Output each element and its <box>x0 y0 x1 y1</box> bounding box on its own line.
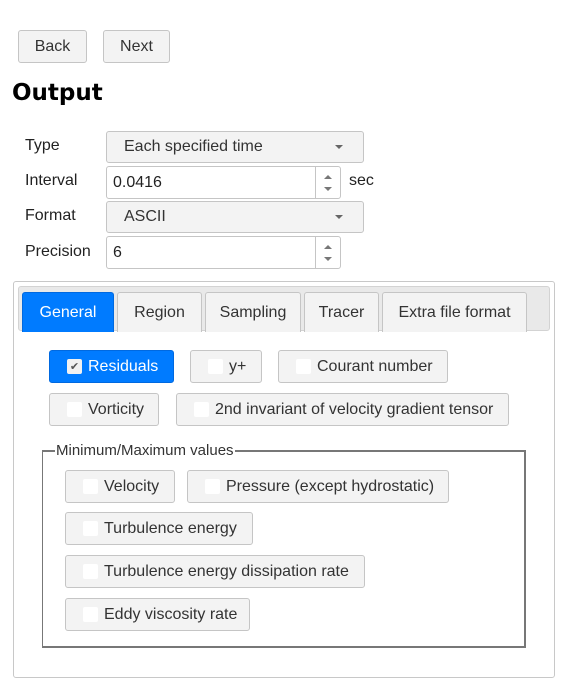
checkbox-icon <box>83 607 98 622</box>
interval-input[interactable] <box>107 167 315 198</box>
chevron-down-icon <box>335 145 343 149</box>
type-select[interactable]: Each specified time <box>106 131 364 163</box>
courant-number-label: Courant number <box>317 357 433 375</box>
type-select-value: Each specified time <box>124 138 263 155</box>
spin-down-icon[interactable] <box>324 257 332 261</box>
minmax-legend: Minimum/Maximum values <box>56 442 234 459</box>
precision-spin-buttons <box>315 237 340 268</box>
turbulence-energy-label: Turbulence energy <box>104 519 237 537</box>
format-select-value: ASCII <box>124 208 166 225</box>
checkbox-icon <box>208 359 223 374</box>
precision-input[interactable] <box>107 237 315 268</box>
back-button[interactable]: Back <box>18 30 87 63</box>
chevron-down-icon <box>335 215 343 219</box>
residuals-toggle[interactable]: ✔ Residuals <box>49 350 174 383</box>
eddy-viscosity-toggle[interactable]: Eddy viscosity rate <box>65 598 250 631</box>
tab-extra-file-format[interactable]: Extra file format <box>382 292 527 332</box>
residuals-label: Residuals <box>88 357 159 375</box>
tab-region[interactable]: Region <box>117 292 202 332</box>
interval-unit: sec <box>349 172 374 189</box>
tab-sampling[interactable]: Sampling <box>205 292 301 332</box>
tab-tracer[interactable]: Tracer <box>304 292 379 332</box>
checkbox-icon <box>67 402 82 417</box>
second-invariant-label: 2nd invariant of velocity gradient tenso… <box>215 400 494 418</box>
eddy-viscosity-label: Eddy viscosity rate <box>104 605 238 623</box>
spin-up-icon[interactable] <box>324 175 332 179</box>
tab-bar: General Region Sampling Tracer Extra fil… <box>18 286 550 332</box>
checkbox-icon <box>83 521 98 536</box>
yplus-toggle[interactable]: y+ <box>190 350 262 383</box>
vorticity-toggle[interactable]: Vorticity <box>49 393 159 426</box>
interval-spinner <box>106 166 341 199</box>
page-title: Output <box>12 80 103 106</box>
courant-number-toggle[interactable]: Courant number <box>278 350 448 383</box>
turbulence-energy-toggle[interactable]: Turbulence energy <box>65 512 253 545</box>
format-label: Format <box>25 207 76 224</box>
type-label: Type <box>25 137 60 154</box>
dissipation-rate-toggle[interactable]: Turbulence energy dissipation rate <box>65 555 365 588</box>
next-button[interactable]: Next <box>103 30 170 63</box>
checkbox-icon <box>194 402 209 417</box>
checkbox-icon <box>205 479 220 494</box>
checkbox-icon <box>83 564 98 579</box>
format-select[interactable]: ASCII <box>106 201 364 233</box>
output-tabs-panel: General Region Sampling Tracer Extra fil… <box>13 281 555 678</box>
yplus-label: y+ <box>229 357 247 375</box>
pressure-label: Pressure (except hydrostatic) <box>226 477 435 495</box>
vorticity-label: Vorticity <box>88 400 145 418</box>
velocity-toggle[interactable]: Velocity <box>65 470 175 503</box>
checkbox-icon <box>296 359 311 374</box>
second-invariant-toggle[interactable]: 2nd invariant of velocity gradient tenso… <box>176 393 509 426</box>
precision-label: Precision <box>25 243 91 260</box>
precision-spinner <box>106 236 341 269</box>
checkbox-icon <box>83 479 98 494</box>
spin-down-icon[interactable] <box>324 187 332 191</box>
interval-label: Interval <box>25 172 78 189</box>
checkmark-icon: ✔ <box>67 359 82 374</box>
spin-up-icon[interactable] <box>324 245 332 249</box>
dissipation-rate-label: Turbulence energy dissipation rate <box>104 562 349 580</box>
pressure-toggle[interactable]: Pressure (except hydrostatic) <box>187 470 449 503</box>
interval-spin-buttons <box>315 167 340 198</box>
velocity-label: Velocity <box>104 477 160 495</box>
tab-general[interactable]: General <box>22 292 114 332</box>
